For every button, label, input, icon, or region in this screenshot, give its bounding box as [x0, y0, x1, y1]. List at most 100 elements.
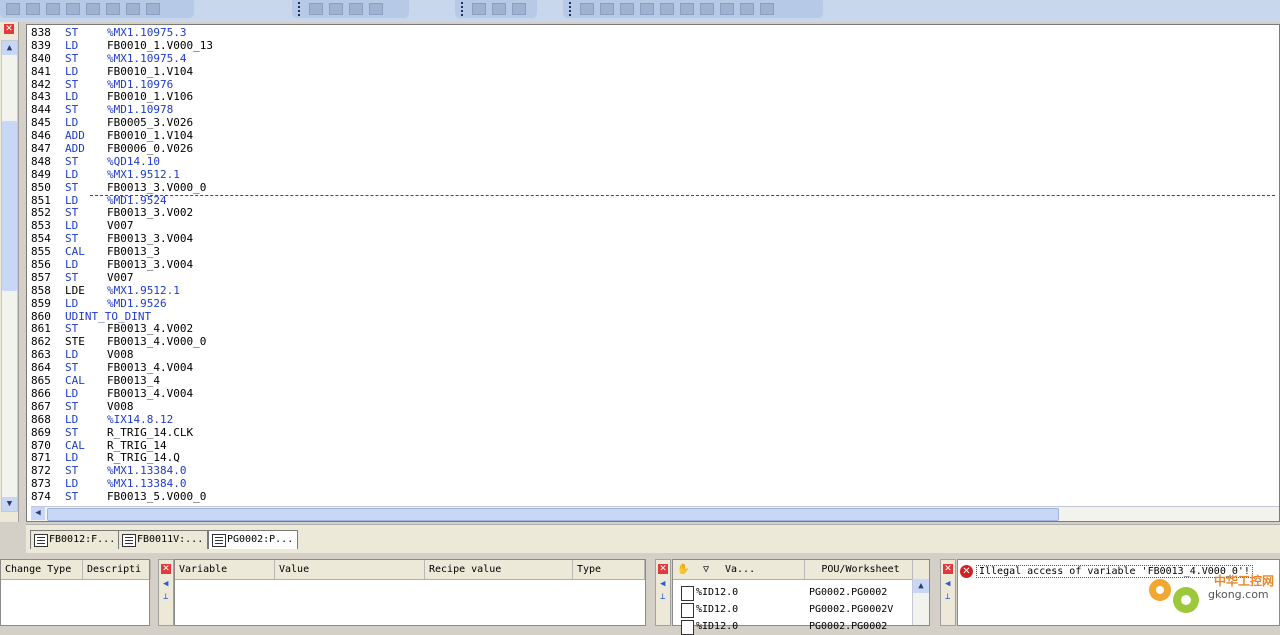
- col-type[interactable]: Type: [573, 560, 645, 579]
- code-line[interactable]: 857 ST V007: [31, 271, 1279, 285]
- code-line[interactable]: 855 CAL FB0013_3: [31, 245, 1279, 259]
- scroll-thumb[interactable]: [2, 121, 17, 291]
- code-line[interactable]: 852 ST FB0013_3.V002: [31, 207, 1279, 220]
- code-line[interactable]: 841 LD FB0010_1.V104: [31, 65, 1279, 79]
- box-icon[interactable]: [46, 3, 60, 15]
- xref-pou[interactable]: PG0002.PG0002: [809, 587, 887, 598]
- coil-icon[interactable]: [106, 3, 120, 15]
- il-code-editor[interactable]: 838 ST %MX1.10975.3 839 LD FB0010_1.V000_13 84…: [26, 24, 1280, 522]
- col-change-type[interactable]: Change Type: [1, 560, 83, 579]
- hand-icon[interactable]: ✋: [677, 564, 689, 575]
- code-line[interactable]: 839 LD FB0010_1.V000_13: [31, 39, 1279, 53]
- arrow-icon[interactable]: ◀: [660, 580, 665, 589]
- arrow-icon[interactable]: ◀: [163, 580, 168, 589]
- col-description[interactable]: Descripti: [83, 560, 151, 579]
- code-line[interactable]: 867 ST V008: [31, 400, 1279, 414]
- code-line[interactable]: 847 ADD FB0006_0.V026: [31, 142, 1279, 156]
- code-line[interactable]: 845 LD FB0005_3.V026: [31, 116, 1279, 130]
- monitor-icon[interactable]: [700, 3, 714, 15]
- close-icon[interactable]: ✕: [943, 564, 953, 574]
- code-line[interactable]: 858 LDE %MX1.9512.1: [31, 284, 1279, 298]
- code-line[interactable]: 849 LD %MX1.9512.1: [31, 168, 1279, 182]
- code-line[interactable]: 871 LD R_TRIG_14.Q: [31, 451, 1279, 465]
- col-pou-worksheet[interactable]: POU/Worksheet: [805, 560, 913, 579]
- page-icon[interactable]: [329, 3, 343, 15]
- code-line[interactable]: 846 ADD FB0010_1.V104: [31, 129, 1279, 143]
- code-line[interactable]: 872 ST %MX1.13384.0: [31, 464, 1279, 478]
- code-line[interactable]: 864 ST FB0013_4.V004: [31, 361, 1279, 375]
- code-line[interactable]: 850 ST FB0013_3.V000_0: [31, 181, 1279, 195]
- pin-icon[interactable]: ⊥: [945, 593, 950, 602]
- code-line[interactable]: 851 LD %MD1.9524: [31, 194, 1279, 208]
- pause-icon[interactable]: [640, 3, 654, 15]
- code-line[interactable]: 862 STE FB0013_4.V000_0: [31, 335, 1279, 349]
- watch-icon[interactable]: [720, 3, 734, 15]
- list-icon[interactable]: [309, 3, 323, 15]
- xref-pou[interactable]: PG0002.PG0002V: [809, 604, 893, 615]
- xref-var[interactable]: %ID12.0: [696, 587, 738, 598]
- code-line[interactable]: 860 UDINT_TO_DINT: [31, 310, 1279, 324]
- code-line[interactable]: 854 ST FB0013_3.V004: [31, 232, 1279, 246]
- tab-pg0002[interactable]: PG0002:P...: [208, 530, 298, 549]
- code-line[interactable]: 848 ST %QD14.10: [31, 155, 1279, 169]
- col-value[interactable]: Value: [275, 560, 425, 579]
- scroll-down-icon[interactable]: ▼: [2, 497, 17, 511]
- scroll-left-icon[interactable]: ◀: [31, 507, 45, 520]
- pin-icon[interactable]: ⊥: [163, 593, 168, 602]
- jump-icon[interactable]: [126, 3, 140, 15]
- contact-icon[interactable]: [86, 3, 100, 15]
- code-line[interactable]: 869 ST R_TRIG_14.CLK: [31, 426, 1279, 440]
- code-line[interactable]: 870 CAL R_TRIG_14: [31, 439, 1279, 453]
- code-line[interactable]: 856 LD FB0013_3.V004: [31, 258, 1279, 272]
- tab-fb0012[interactable]: FB0012:F...: [30, 530, 120, 549]
- run-icon[interactable]: [620, 3, 634, 15]
- xref-pou[interactable]: PG0002.PG0002: [809, 621, 887, 632]
- code-line[interactable]: 844 ST %MD1.10978: [31, 103, 1279, 117]
- col-va[interactable]: Va...: [721, 560, 805, 579]
- breakpoint-icon[interactable]: [680, 3, 694, 15]
- pin-icon[interactable]: ⊥: [660, 593, 665, 602]
- xref-var[interactable]: %ID12.0: [696, 604, 738, 615]
- xref-scrollbar[interactable]: ▲: [912, 579, 929, 625]
- line-icon[interactable]: [26, 3, 40, 15]
- arrow-icon[interactable]: ◀: [945, 580, 950, 589]
- window-icon[interactable]: [349, 3, 363, 15]
- toolbar-grip[interactable]: [461, 2, 466, 16]
- stop-icon[interactable]: [660, 3, 674, 15]
- settings-icon[interactable]: [146, 3, 160, 15]
- connect-icon[interactable]: [66, 3, 80, 15]
- horizontal-scrollbar[interactable]: ◀: [31, 506, 1279, 521]
- close-icon[interactable]: ✕: [4, 24, 14, 34]
- filter-icon[interactable]: ▽: [699, 560, 717, 579]
- horizontal-scroll-thumb[interactable]: [47, 508, 1059, 521]
- step-over-icon[interactable]: [600, 3, 614, 15]
- grid-icon[interactable]: [369, 3, 383, 15]
- toolbar-grip[interactable]: [298, 2, 303, 16]
- code-line[interactable]: 840 ST %MX1.10975.4: [31, 52, 1279, 66]
- code-line[interactable]: 868 LD %IX14.8.12: [31, 413, 1279, 427]
- close-icon[interactable]: ✕: [658, 564, 668, 574]
- code-line[interactable]: 859 LD %MD1.9526: [31, 297, 1279, 311]
- debug-settings-icon[interactable]: [760, 3, 774, 15]
- code-line[interactable]: 853 LD V007: [31, 219, 1279, 233]
- make-icon[interactable]: [472, 3, 486, 15]
- download-icon[interactable]: [512, 3, 526, 15]
- pointer-icon[interactable]: [6, 3, 20, 15]
- code-line[interactable]: 861 ST FB0013_4.V002: [31, 323, 1279, 336]
- code-line[interactable]: 866 LD FB0013_4.V004: [31, 387, 1279, 401]
- code-line[interactable]: 842 ST %MD1.10976: [31, 78, 1279, 92]
- col-variable[interactable]: Variable: [175, 560, 275, 579]
- xref-var[interactable]: %ID12.0: [696, 621, 738, 632]
- scroll-up-icon[interactable]: ▲: [913, 579, 929, 593]
- code-line[interactable]: 865 CAL FB0013_4: [31, 374, 1279, 388]
- code-line[interactable]: 873 LD %MX1.13384.0: [31, 477, 1279, 491]
- code-line[interactable]: 843 LD FB0010_1.V106: [31, 91, 1279, 104]
- code-line[interactable]: 838 ST %MX1.10975.3: [31, 26, 1279, 40]
- col-recipe-value[interactable]: Recipe value: [425, 560, 573, 579]
- left-vertical-scrollbar[interactable]: ▲ ▼: [1, 40, 18, 512]
- code-line[interactable]: 863 LD V008: [31, 348, 1279, 362]
- toolbar-grip[interactable]: [569, 2, 574, 16]
- compile-icon[interactable]: [492, 3, 506, 15]
- code-line[interactable]: 874 ST FB0013_5.V000_0: [31, 490, 1279, 504]
- step-icon[interactable]: [580, 3, 594, 15]
